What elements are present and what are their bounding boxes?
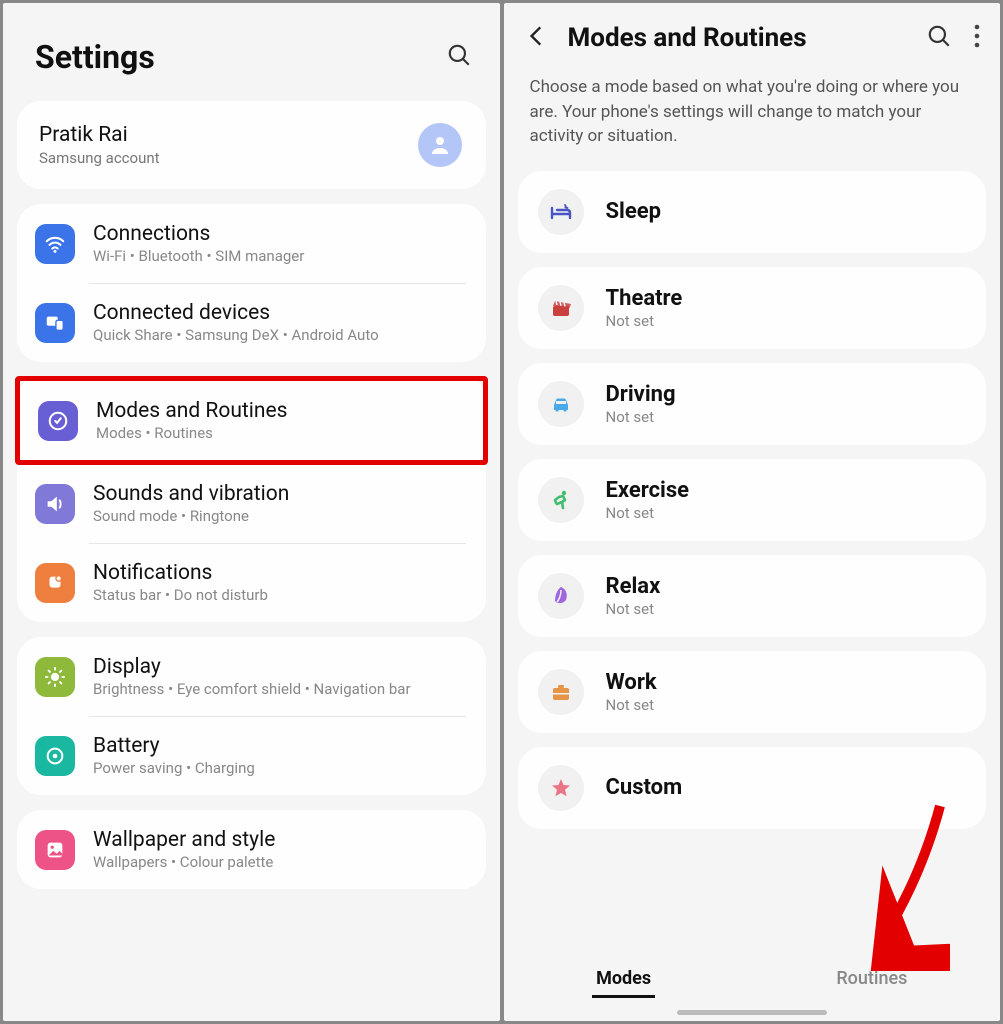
wifi-icon — [35, 224, 75, 264]
setting-title: Display — [93, 655, 411, 679]
setting-title: Wallpaper and style — [93, 828, 275, 852]
devices-icon — [35, 303, 75, 343]
mode-sub: Not set — [606, 504, 690, 522]
setting-row-notifications[interactable]: Notifications Status bar • Do not distur… — [17, 543, 486, 622]
more-icon[interactable] — [974, 24, 980, 52]
run-icon — [538, 477, 584, 523]
speaker-icon — [35, 484, 75, 524]
back-icon[interactable] — [524, 23, 550, 53]
mode-theatre[interactable]: Theatre Not set — [518, 267, 987, 349]
clapper-icon — [538, 285, 584, 331]
bed-icon — [538, 189, 584, 235]
mode-relax[interactable]: Relax Not set — [518, 555, 987, 637]
setting-sub: Quick Share • Samsung DeX • Android Auto — [93, 326, 379, 344]
setting-row-wallpaper[interactable]: Wallpaper and style Wallpapers • Colour … — [17, 810, 486, 889]
setting-title: Connected devices — [93, 301, 379, 325]
page-title: Settings — [35, 38, 155, 76]
tab-modes[interactable]: Modes — [592, 962, 655, 998]
mode-sub: Not set — [606, 696, 657, 714]
setting-row-modes-routines[interactable]: Modes and Routines Modes • Routines — [20, 381, 483, 460]
car-icon — [538, 381, 584, 427]
target-icon — [38, 401, 78, 441]
modes-list: Sleep Theatre Not set Driving Not set Ex… — [504, 171, 1001, 948]
avatar-icon — [418, 123, 462, 167]
search-icon[interactable] — [446, 42, 472, 72]
setting-title: Modes and Routines — [96, 399, 287, 423]
account-card[interactable]: Pratik Rai Samsung account — [17, 101, 486, 189]
battery-icon — [35, 736, 75, 776]
setting-row-connections[interactable]: Connections Wi-Fi • Bluetooth • SIM mana… — [17, 204, 486, 283]
setting-sub: Modes • Routines — [96, 424, 287, 442]
mode-title: Driving — [606, 382, 676, 407]
mode-title: Work — [606, 670, 657, 695]
settings-screen: Settings Pratik Rai Samsung account Conn… — [3, 3, 500, 1021]
setting-sub: Wi-Fi • Bluetooth • SIM manager — [93, 247, 304, 265]
setting-title: Battery — [93, 734, 255, 758]
star-icon — [538, 765, 584, 811]
setting-title: Sounds and vibration — [93, 482, 289, 506]
setting-sub: Status bar • Do not disturb — [93, 586, 268, 604]
mode-sleep[interactable]: Sleep — [518, 171, 987, 253]
mode-exercise[interactable]: Exercise Not set — [518, 459, 987, 541]
account-sub: Samsung account — [39, 149, 160, 167]
leaf-icon — [538, 573, 584, 619]
mode-sub: Not set — [606, 600, 661, 618]
image-icon — [35, 830, 75, 870]
briefcase-icon — [538, 669, 584, 715]
modes-screen: Modes and Routines Choose a mode based o… — [504, 3, 1001, 1021]
bottom-tabs: Modes Routines — [504, 948, 1001, 1004]
setting-sub: Wallpapers • Colour palette — [93, 853, 275, 871]
mode-title: Sleep — [606, 199, 662, 224]
setting-row-connected-devices[interactable]: Connected devices Quick Share • Samsung … — [17, 283, 486, 362]
mode-driving[interactable]: Driving Not set — [518, 363, 987, 445]
mode-title: Exercise — [606, 478, 690, 503]
gesture-bar — [677, 1010, 827, 1015]
mode-sub: Not set — [606, 312, 683, 330]
setting-sub: Power saving • Charging — [93, 759, 255, 777]
sun-icon — [35, 657, 75, 697]
setting-sub: Sound mode • Ringtone — [93, 507, 289, 525]
tab-routines[interactable]: Routines — [832, 962, 911, 998]
setting-sub: Brightness • Eye comfort shield • Naviga… — [93, 680, 411, 698]
setting-title: Connections — [93, 222, 304, 246]
mode-title: Relax — [606, 574, 661, 599]
mode-custom[interactable]: Custom — [518, 747, 987, 829]
mode-work[interactable]: Work Not set — [518, 651, 987, 733]
settings-header: Settings — [3, 3, 500, 101]
setting-row-display[interactable]: Display Brightness • Eye comfort shield … — [17, 637, 486, 716]
bell-icon — [35, 563, 75, 603]
setting-title: Notifications — [93, 561, 268, 585]
highlight-annotation: Modes and Routines Modes • Routines — [15, 376, 488, 465]
search-icon[interactable] — [926, 23, 952, 53]
setting-row-battery[interactable]: Battery Power saving • Charging — [17, 716, 486, 795]
mode-title: Custom — [606, 775, 683, 800]
modes-description: Choose a mode based on what you're doing… — [504, 63, 1001, 171]
mode-title: Theatre — [606, 286, 683, 311]
settings-body: Pratik Rai Samsung account Connections W… — [3, 101, 500, 904]
modes-header: Modes and Routines — [504, 3, 1001, 63]
setting-row-sounds[interactable]: Sounds and vibration Sound mode • Ringto… — [17, 464, 486, 543]
mode-sub: Not set — [606, 408, 676, 426]
page-title: Modes and Routines — [568, 23, 909, 53]
account-name: Pratik Rai — [39, 123, 160, 147]
